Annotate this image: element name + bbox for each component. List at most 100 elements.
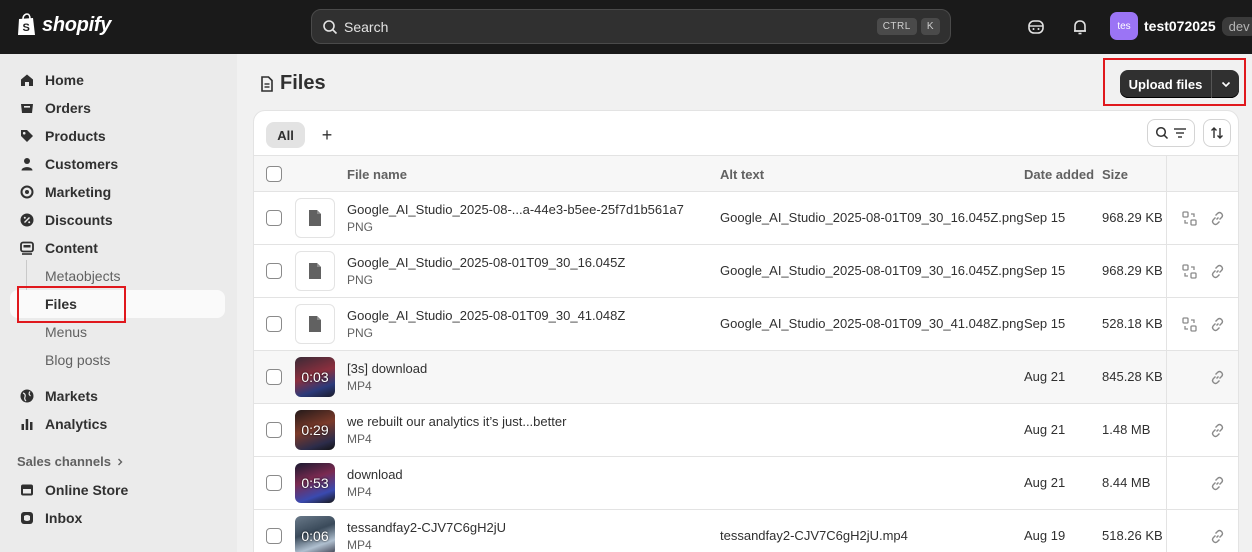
sidebar-item-blog-posts[interactable]: Blog posts [10,346,225,374]
copy-link-button[interactable] [1209,475,1225,491]
copy-link-button[interactable] [1209,210,1225,226]
copy-link-button[interactable] [1209,422,1225,438]
sidebar-item-discounts[interactable]: Discounts [10,206,225,234]
sidebar-item-products[interactable]: Products [10,122,225,150]
column-size[interactable]: Size [1102,167,1128,182]
orders-icon [19,100,35,116]
table-row[interactable]: 0:06 tessandfay2-CJV7C6gH2jU MP4 tessand… [254,510,1238,552]
link-icon [1211,476,1223,490]
upload-files-button-group: Upload files [1120,70,1239,98]
filter-icon [1174,128,1186,138]
sidebar-item-inbox[interactable]: Inbox [10,504,225,532]
file-size: 845.28 KB [1102,369,1163,384]
sidekick-button[interactable] [1024,15,1048,39]
files-card: All + File name Alt text Date added Size… [253,110,1239,552]
search-bar[interactable]: Search CTRL K [311,9,951,44]
upload-files-button[interactable]: Upload files [1120,70,1212,98]
sidebar-item-home[interactable]: Home [10,66,225,94]
row-checkbox[interactable] [266,316,282,332]
sidebar-item-marketing[interactable]: Marketing [10,178,225,206]
file-name[interactable]: [3s] download [347,361,427,376]
shortcut-hint: CTRL K [876,18,940,35]
video-thumbnail[interactable]: 0:53 [295,463,335,503]
table-row[interactable]: 0:03 [3s] download MP4 Aug 21 845.28 KB [254,351,1238,404]
video-thumbnail[interactable]: 0:29 [295,410,335,450]
target-icon [19,184,35,200]
date-added: Aug 21 [1024,422,1066,437]
sidebar-item-markets[interactable]: Markets [10,382,225,410]
alt-text: tessandfay2-CJV7C6gH2jU.mp4 [720,528,908,543]
account-menu[interactable]: tes test072025 dev [1110,12,1252,40]
copy-link-button[interactable] [1209,528,1225,544]
column-file-name[interactable]: File name [347,167,407,182]
video-thumbnail[interactable]: 0:03 [295,357,335,397]
file-thumbnail[interactable] [295,198,335,238]
row-checkbox[interactable] [266,422,282,438]
column-divider [1166,404,1167,456]
column-divider [1166,192,1167,244]
edit-image-button[interactable] [1181,210,1197,226]
content-icon [19,240,35,256]
sidebar-item-content[interactable]: Content [10,234,225,262]
row-checkbox[interactable] [266,528,282,544]
sidebar-item-label: Discounts [45,212,113,228]
file-type: MP4 [347,485,372,499]
row-checkbox[interactable] [266,369,282,385]
copy-link-button[interactable] [1209,316,1225,332]
top-bar: S shopify Search CTRL K tes test072025 d… [0,0,1252,54]
copy-link-button[interactable] [1209,263,1225,279]
bell-icon [1074,20,1086,35]
sidekick-icon [1028,20,1044,34]
edit-image-button[interactable] [1181,316,1197,332]
video-thumbnail[interactable]: 0:06 [295,516,335,552]
sidebar-item-analytics[interactable]: Analytics [10,410,225,438]
notifications-button[interactable] [1068,15,1092,39]
alt-text: Google_AI_Studio_2025-08-01T09_30_16.045… [720,263,1024,278]
file-name[interactable]: Google_AI_Studio_2025-08-01T09_30_41.048… [347,308,625,323]
shopify-logo[interactable]: S shopify [16,13,111,37]
sort-button[interactable] [1203,119,1231,147]
date-added: Aug 21 [1024,475,1066,490]
table-row[interactable]: 0:29 we rebuilt our analytics it’s just.… [254,404,1238,457]
file-thumbnail[interactable] [295,304,335,344]
file-name[interactable]: Google_AI_Studio_2025-08-...a-44e3-b5ee-… [347,202,684,217]
video-duration: 0:29 [301,422,329,438]
file-type: PNG [347,273,374,287]
edit-image-button[interactable] [1181,263,1197,279]
file-size: 968.29 KB [1102,263,1163,278]
sort-icon [1211,127,1223,139]
file-thumbnail[interactable] [295,251,335,291]
file-icon [309,263,321,279]
row-checkbox[interactable] [266,475,282,491]
file-name[interactable]: Google_AI_Studio_2025-08-01T09_30_16.045… [347,255,625,270]
select-all-checkbox[interactable] [266,166,282,182]
upload-options-button[interactable] [1212,70,1239,98]
tab-all[interactable]: All [266,122,305,148]
column-alt-text[interactable]: Alt text [720,167,764,182]
table-row[interactable]: Google_AI_Studio_2025-08-01T09_30_41.048… [254,298,1238,351]
person-icon [19,156,35,172]
file-name[interactable]: download [347,467,403,482]
sales-channels-label: Sales channels [17,454,111,469]
sidebar-item-online-store[interactable]: Online Store [10,476,225,504]
file-icon [309,210,321,226]
table-row[interactable]: 0:53 download MP4 Aug 21 8.44 MB [254,457,1238,510]
sidebar-item-customers[interactable]: Customers [10,150,225,178]
table-row[interactable]: Google_AI_Studio_2025-08-...a-44e3-b5ee-… [254,192,1238,245]
copy-link-button[interactable] [1209,369,1225,385]
file-name[interactable]: we rebuilt our analytics it’s just...bet… [347,414,566,429]
sales-channels-header[interactable]: Sales channels [17,454,125,469]
sidebar-item-label: Marketing [45,184,112,200]
file-name[interactable]: tessandfay2-CJV7C6gH2jU [347,520,506,535]
search-filter-button[interactable] [1147,119,1195,147]
add-view-button[interactable]: + [314,122,340,148]
sidebar-item-label: Products [45,128,106,144]
chevron-down-icon [1221,81,1230,88]
kbd-ctrl: CTRL [876,18,917,35]
sidebar-item-orders[interactable]: Orders [10,94,225,122]
column-date-added[interactable]: Date added [1024,167,1094,182]
row-checkbox[interactable] [266,210,282,226]
row-checkbox[interactable] [266,263,282,279]
date-added: Aug 21 [1024,369,1066,384]
table-row[interactable]: Google_AI_Studio_2025-08-01T09_30_16.045… [254,245,1238,298]
